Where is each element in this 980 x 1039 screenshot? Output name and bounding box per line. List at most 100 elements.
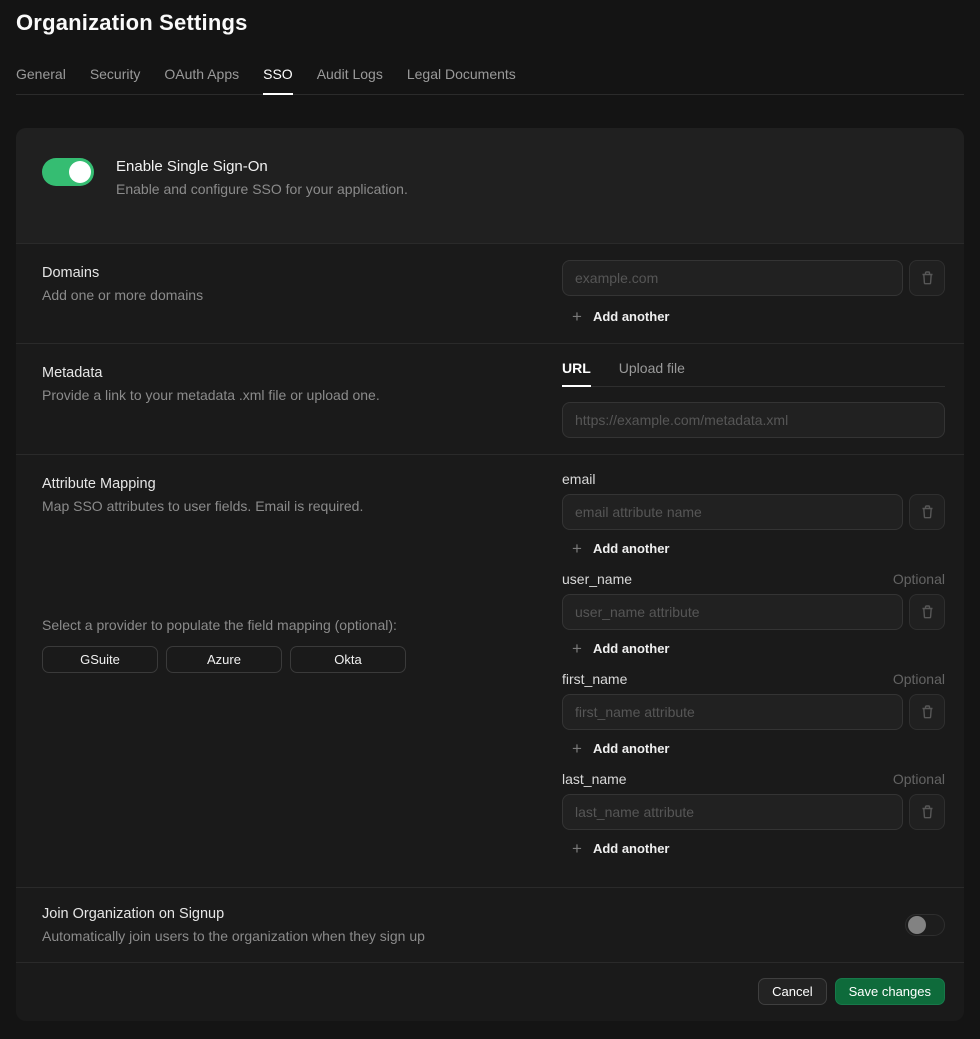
domains-description: Add one or more domains (42, 286, 538, 306)
trash-icon (920, 270, 935, 286)
email-attribute-input[interactable] (562, 494, 903, 530)
attribute-mapping-info: Attribute Mapping Map SSO attributes to … (42, 471, 562, 871)
metadata-url-input[interactable] (562, 402, 945, 438)
join-on-signup-row: Join Organization on Signup Automaticall… (16, 887, 964, 962)
join-on-signup-description: Automatically join users to the organiza… (42, 928, 425, 944)
domains-controls: + Add another (562, 260, 945, 327)
join-on-signup-info: Join Organization on Signup Automaticall… (42, 906, 425, 944)
page-header: Organization Settings (0, 0, 980, 36)
enable-sso-section: Enable Single Sign-On Enable and configu… (16, 128, 964, 243)
save-changes-button[interactable]: Save changes (835, 978, 945, 1005)
domains-add-another-button[interactable]: + Add another (572, 308, 670, 325)
trash-icon (920, 604, 935, 620)
domain-delete-button[interactable] (909, 260, 945, 296)
enable-sso-toggle[interactable] (42, 158, 94, 186)
tab-sso[interactable]: SSO (263, 66, 293, 95)
user-name-add-another-button[interactable]: + Add another (572, 640, 670, 657)
enable-sso-description: Enable and configure SSO for your applic… (116, 181, 408, 197)
last-name-add-another-button[interactable]: + Add another (572, 840, 670, 857)
provider-block: Select a provider to populate the field … (42, 617, 538, 673)
tab-security[interactable]: Security (90, 66, 141, 94)
field-optional-badge: Optional (893, 771, 945, 787)
metadata-controls: URL Upload file (562, 360, 945, 438)
card-footer: Cancel Save changes (16, 962, 964, 1021)
provider-buttons: GSuite Azure Okta (42, 646, 538, 673)
page-title: Organization Settings (16, 10, 964, 36)
plus-icon: + (572, 640, 582, 657)
metadata-title: Metadata (42, 365, 538, 381)
metadata-info: Metadata Provide a link to your metadata… (42, 360, 562, 438)
tab-general[interactable]: General (16, 66, 66, 94)
provider-azure-button[interactable]: Azure (166, 646, 282, 673)
join-on-signup-toggle[interactable] (905, 914, 945, 936)
attribute-mapping-description: Map SSO attributes to user fields. Email… (42, 497, 538, 517)
sso-settings-card: Enable Single Sign-On Enable and configu… (16, 128, 964, 1021)
field-input-line (562, 694, 945, 730)
field-input-line (562, 794, 945, 830)
user-name-attribute-input[interactable] (562, 594, 903, 630)
first-name-attribute-input[interactable] (562, 694, 903, 730)
domains-info: Domains Add one or more domains (42, 260, 562, 327)
first-name-add-another-button[interactable]: + Add another (572, 740, 670, 757)
metadata-subtabs: URL Upload file (562, 360, 945, 387)
trash-icon (920, 804, 935, 820)
attribute-mapping-title: Attribute Mapping (42, 476, 538, 492)
toggle-knob (908, 916, 926, 934)
email-delete-button[interactable] (909, 494, 945, 530)
field-group-first-name: first_name Optional + Add another (562, 671, 945, 759)
plus-icon: + (572, 540, 582, 557)
plus-icon: + (572, 840, 582, 857)
field-label-email: email (562, 471, 595, 487)
provider-hint: Select a provider to populate the field … (42, 617, 538, 633)
field-label-row: user_name Optional (562, 571, 945, 587)
last-name-delete-button[interactable] (909, 794, 945, 830)
field-optional-badge: Optional (893, 671, 945, 687)
field-group-email: email + Add another (562, 471, 945, 559)
metadata-description: Provide a link to your metadata .xml fil… (42, 386, 538, 406)
provider-gsuite-button[interactable]: GSuite (42, 646, 158, 673)
field-group-last-name: last_name Optional + Add another (562, 771, 945, 859)
field-label-row: first_name Optional (562, 671, 945, 687)
domains-row: Domains Add one or more domains + Add an… (16, 243, 964, 343)
email-add-another-button[interactable]: + Add another (572, 540, 670, 557)
subtab-url[interactable]: URL (562, 360, 591, 387)
metadata-input-line (562, 402, 945, 438)
toggle-knob (69, 161, 91, 183)
join-on-signup-title: Join Organization on Signup (42, 906, 425, 922)
subtab-upload-file[interactable]: Upload file (619, 360, 685, 386)
field-label-first-name: first_name (562, 671, 627, 687)
tab-oauth-apps[interactable]: OAuth Apps (164, 66, 239, 94)
domain-input[interactable] (562, 260, 903, 296)
field-optional-badge: Optional (893, 571, 945, 587)
plus-icon: + (572, 740, 582, 757)
field-label-user-name: user_name (562, 571, 632, 587)
add-another-label: Add another (593, 309, 670, 324)
field-group-user-name: user_name Optional + Add another (562, 571, 945, 659)
first-name-delete-button[interactable] (909, 694, 945, 730)
enable-sso-text: Enable Single Sign-On Enable and configu… (116, 158, 408, 197)
field-input-line (562, 594, 945, 630)
domain-input-line (562, 260, 945, 296)
field-label-last-name: last_name (562, 771, 627, 787)
field-input-line (562, 494, 945, 530)
provider-okta-button[interactable]: Okta (290, 646, 406, 673)
cancel-button[interactable]: Cancel (758, 978, 826, 1005)
attribute-mapping-fields: email + Add another (562, 471, 945, 871)
add-another-label: Add another (593, 641, 670, 656)
add-another-label: Add another (593, 841, 670, 856)
tab-bar: General Security OAuth Apps SSO Audit Lo… (16, 36, 964, 95)
enable-sso-label: Enable Single Sign-On (116, 158, 408, 175)
metadata-row: Metadata Provide a link to your metadata… (16, 343, 964, 454)
add-another-label: Add another (593, 741, 670, 756)
field-label-row: email (562, 471, 945, 487)
add-another-label: Add another (593, 541, 670, 556)
tab-legal-documents[interactable]: Legal Documents (407, 66, 516, 94)
last-name-attribute-input[interactable] (562, 794, 903, 830)
tab-audit-logs[interactable]: Audit Logs (317, 66, 383, 94)
attribute-mapping-row: Attribute Mapping Map SSO attributes to … (16, 454, 964, 887)
domains-title: Domains (42, 265, 538, 281)
trash-icon (920, 704, 935, 720)
field-label-row: last_name Optional (562, 771, 945, 787)
trash-icon (920, 504, 935, 520)
user-name-delete-button[interactable] (909, 594, 945, 630)
